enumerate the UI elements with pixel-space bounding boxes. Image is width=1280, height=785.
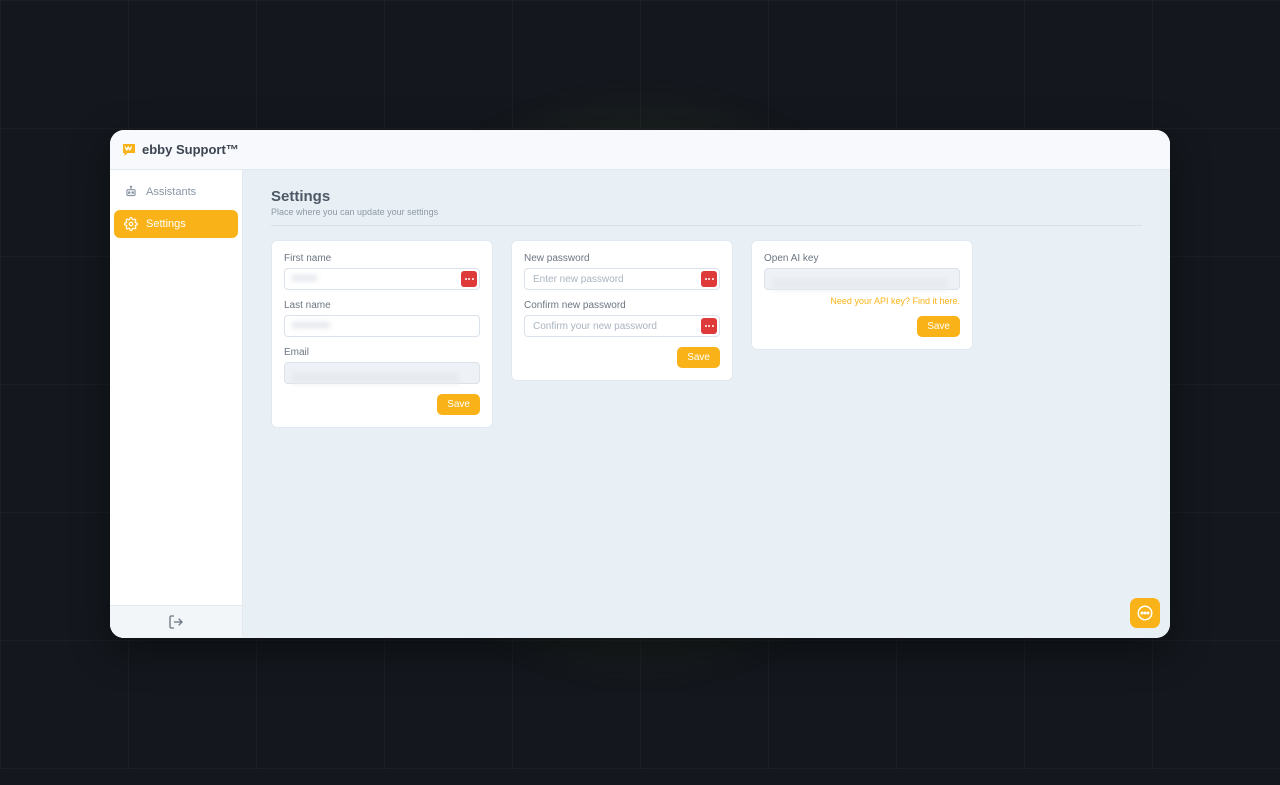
last-name-label: Last name	[284, 300, 480, 311]
brand-name: ebby Support™	[142, 142, 239, 157]
save-openai-button[interactable]: Save	[917, 316, 960, 337]
app-window: ebby Support™ Assistants	[110, 130, 1170, 638]
api-key-help-link[interactable]: Need your API key? Find it here.	[764, 296, 960, 306]
confirm-password-label: Confirm new password	[524, 300, 720, 311]
save-password-button[interactable]: Save	[677, 347, 720, 368]
email-label: Email	[284, 347, 480, 358]
password-manager-icon[interactable]	[701, 271, 717, 287]
sidebar: Assistants Settings	[110, 170, 243, 638]
sidebar-item-label: Settings	[146, 218, 186, 230]
card-password: New password Confirm new password	[511, 240, 733, 381]
brand-logo[interactable]: ebby Support™	[120, 141, 239, 159]
main-content: Settings Place where you can update your…	[243, 170, 1170, 638]
gear-icon	[124, 217, 138, 231]
card-profile: First name ■■■■ Last name ■■■■■■	[271, 240, 493, 428]
confirm-password-input[interactable]	[524, 315, 720, 337]
page-subtitle: Place where you can update your settings	[271, 207, 1142, 217]
sidebar-item-settings[interactable]: Settings	[114, 210, 238, 238]
app-header: ebby Support™	[110, 130, 1170, 170]
new-password-label: New password	[524, 253, 720, 264]
chat-icon	[1136, 604, 1154, 622]
divider	[271, 225, 1142, 226]
openai-key-label: Open AI key	[764, 253, 960, 264]
password-manager-icon[interactable]	[461, 271, 477, 287]
save-profile-button[interactable]: Save	[437, 394, 480, 415]
new-password-input[interactable]	[524, 268, 720, 290]
sidebar-item-assistants[interactable]: Assistants	[114, 178, 238, 206]
logout-button[interactable]	[168, 614, 184, 630]
password-manager-icon[interactable]	[701, 318, 717, 334]
logout-icon	[168, 614, 184, 630]
sidebar-item-label: Assistants	[146, 186, 196, 198]
robot-icon	[124, 185, 138, 199]
page-title: Settings	[271, 188, 1142, 205]
card-openai: Open AI key Need your API key? Find it h…	[751, 240, 973, 350]
chat-widget-button[interactable]	[1130, 598, 1160, 628]
brand-mark-icon	[120, 141, 138, 159]
first-name-label: First name	[284, 253, 480, 264]
